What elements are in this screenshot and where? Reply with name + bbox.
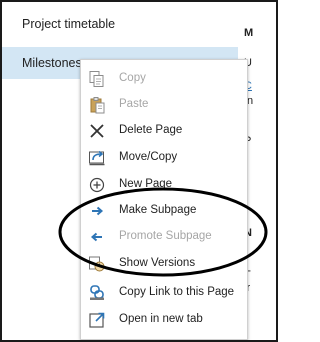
arrow-right-icon: [88, 202, 106, 220]
menu-item-label: Promote Subpage: [119, 230, 212, 242]
menu-item-label: Show Versions: [119, 257, 196, 269]
menu-item-label: Open in new tab: [119, 313, 203, 325]
onenote-window: Project timetable Milestones M U C In P …: [0, 0, 278, 342]
menu-item-paste[interactable]: Paste: [81, 91, 247, 119]
menu-item-new-page[interactable]: New Page: [81, 171, 247, 199]
content-heading-fragment: M: [244, 27, 254, 39]
delete-x-icon: [88, 122, 106, 140]
menu-item-label: Paste: [119, 98, 149, 110]
arrow-left-icon: [88, 228, 106, 246]
move-copy-icon: [88, 149, 106, 167]
menu-item-label: New Page: [119, 178, 173, 190]
copy-icon: [88, 70, 106, 88]
page-item-project-timetable[interactable]: Project timetable: [2, 8, 238, 40]
menu-item-copy-link[interactable]: Copy Link to this Page: [81, 279, 247, 307]
link-icon: [88, 284, 106, 302]
menu-item-copy[interactable]: Copy: [81, 65, 247, 93]
menu-item-label: Make Subpage: [119, 204, 197, 216]
page-item-label: Milestones: [22, 56, 82, 70]
paste-icon: [88, 96, 106, 114]
menu-item-label: Copy Link to this Page: [119, 286, 235, 298]
page-context-menu: Copy Paste Delete Page Move/Copy New Pag…: [80, 59, 248, 340]
menu-item-label: Delete Page: [119, 124, 183, 136]
menu-item-label: Move/Copy: [119, 151, 178, 163]
menu-item-delete-page[interactable]: Delete Page: [81, 117, 247, 145]
menu-item-open-new-tab[interactable]: Open in new tab: [81, 306, 247, 334]
versions-icon: [88, 255, 106, 273]
menu-item-show-versions[interactable]: Show Versions: [81, 250, 247, 278]
new-page-plus-icon: [88, 176, 106, 194]
menu-item-label: Copy: [119, 72, 146, 84]
menu-item-make-subpage[interactable]: Make Subpage: [81, 197, 247, 225]
page-item-label: Project timetable: [22, 17, 116, 31]
menu-item-move-copy[interactable]: Move/Copy: [81, 144, 247, 172]
menu-item-promote-subpage[interactable]: Promote Subpage: [81, 223, 247, 251]
open-new-tab-icon: [88, 311, 106, 329]
